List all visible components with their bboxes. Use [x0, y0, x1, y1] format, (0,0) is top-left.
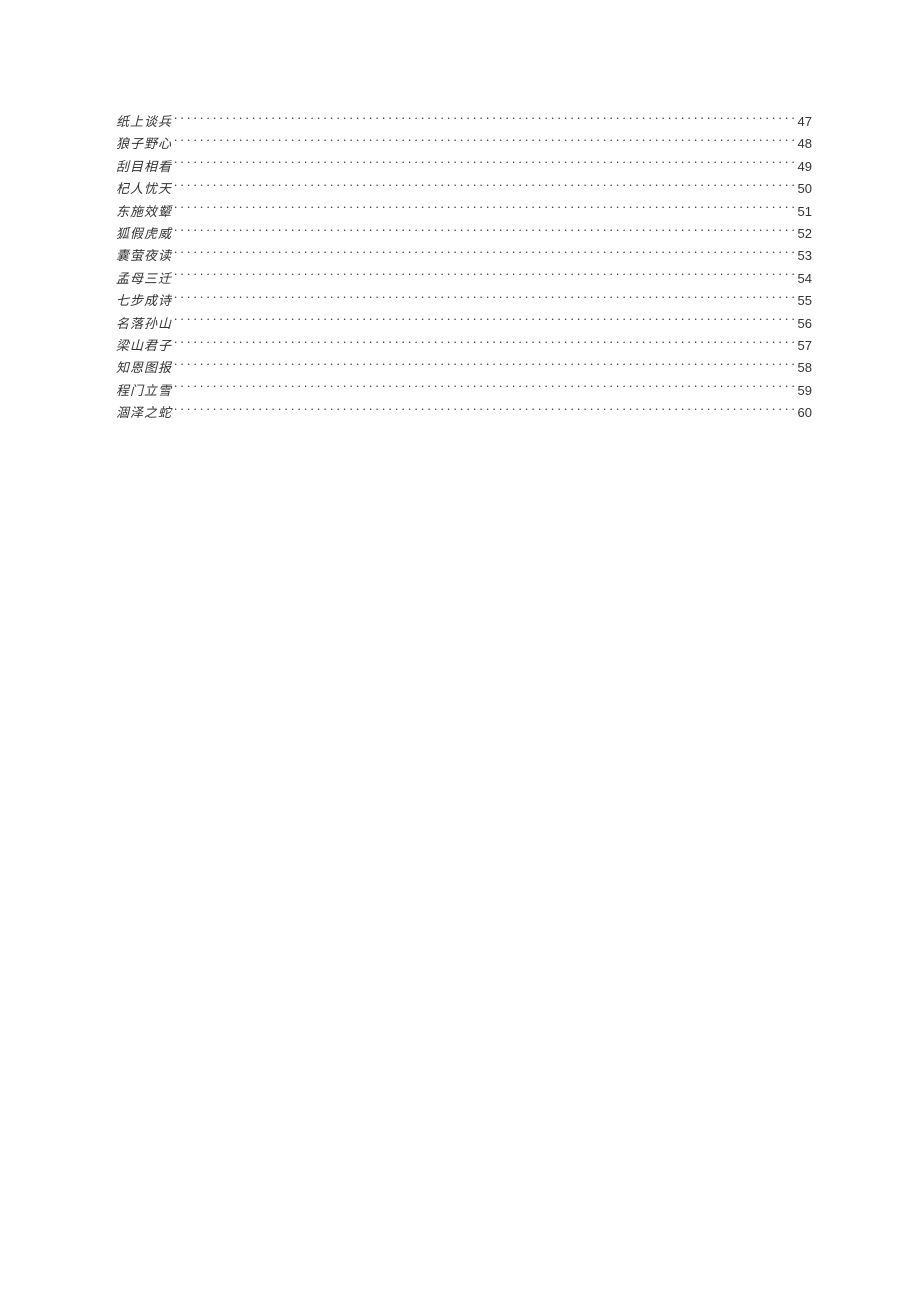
toc-page-number: 52 [796, 223, 812, 245]
toc-title: 东施效颦 [116, 201, 174, 223]
toc-entry[interactable]: 囊萤夜读 53 [116, 245, 812, 267]
toc-entry[interactable]: 涸泽之蛇 60 [116, 402, 812, 424]
toc-leader-dots [174, 225, 796, 238]
toc-entry[interactable]: 狐假虎威 52 [116, 223, 812, 245]
toc-title: 名落孙山 [116, 313, 174, 335]
toc-page-number: 47 [796, 111, 812, 133]
toc-page-number: 56 [796, 313, 812, 335]
toc-entry[interactable]: 孟母三迁 54 [116, 268, 812, 290]
toc-page-number: 50 [796, 178, 812, 200]
toc-title: 囊萤夜读 [116, 245, 174, 267]
toc-title: 狼子野心 [116, 133, 174, 155]
toc-page-number: 53 [796, 245, 812, 267]
toc-leader-dots [174, 203, 796, 216]
toc-entry[interactable]: 程门立雪 59 [116, 380, 812, 402]
table-of-contents: 纸上谈兵 47 狼子野心 48 刮目相看 49 杞人忧天 50 东施效颦 51 … [116, 111, 812, 425]
toc-page-number: 60 [796, 402, 812, 424]
toc-title: 刮目相看 [116, 156, 174, 178]
toc-page-number: 54 [796, 268, 812, 290]
toc-page-number: 59 [796, 380, 812, 402]
toc-entry[interactable]: 狼子野心 48 [116, 133, 812, 155]
toc-title: 纸上谈兵 [116, 111, 174, 133]
toc-leader-dots [174, 135, 796, 148]
toc-entry[interactable]: 东施效颦 51 [116, 201, 812, 223]
toc-leader-dots [174, 292, 796, 305]
toc-leader-dots [174, 315, 796, 328]
toc-leader-dots [174, 404, 796, 417]
toc-entry[interactable]: 名落孙山 56 [116, 313, 812, 335]
toc-page-number: 51 [796, 201, 812, 223]
toc-page-number: 48 [796, 133, 812, 155]
toc-leader-dots [174, 180, 796, 193]
toc-title: 涸泽之蛇 [116, 402, 174, 424]
toc-entry[interactable]: 杞人忧天 50 [116, 178, 812, 200]
toc-title: 七步成诗 [116, 290, 174, 312]
toc-title: 知恩图报 [116, 357, 174, 379]
toc-leader-dots [174, 337, 796, 350]
toc-page-number: 58 [796, 357, 812, 379]
toc-title: 孟母三迁 [116, 268, 174, 290]
toc-title: 程门立雪 [116, 380, 174, 402]
toc-leader-dots [174, 113, 796, 126]
toc-page-number: 49 [796, 156, 812, 178]
toc-entry[interactable]: 纸上谈兵 47 [116, 111, 812, 133]
toc-leader-dots [174, 158, 796, 171]
toc-entry[interactable]: 知恩图报 58 [116, 357, 812, 379]
toc-leader-dots [174, 270, 796, 283]
toc-page-number: 55 [796, 290, 812, 312]
toc-entry[interactable]: 梁山君子 57 [116, 335, 812, 357]
toc-leader-dots [174, 247, 796, 260]
toc-leader-dots [174, 359, 796, 372]
toc-page-number: 57 [796, 335, 812, 357]
toc-entry[interactable]: 七步成诗 55 [116, 290, 812, 312]
toc-title: 梁山君子 [116, 335, 174, 357]
toc-leader-dots [174, 382, 796, 395]
toc-title: 狐假虎威 [116, 223, 174, 245]
toc-title: 杞人忧天 [116, 178, 174, 200]
toc-entry[interactable]: 刮目相看 49 [116, 156, 812, 178]
